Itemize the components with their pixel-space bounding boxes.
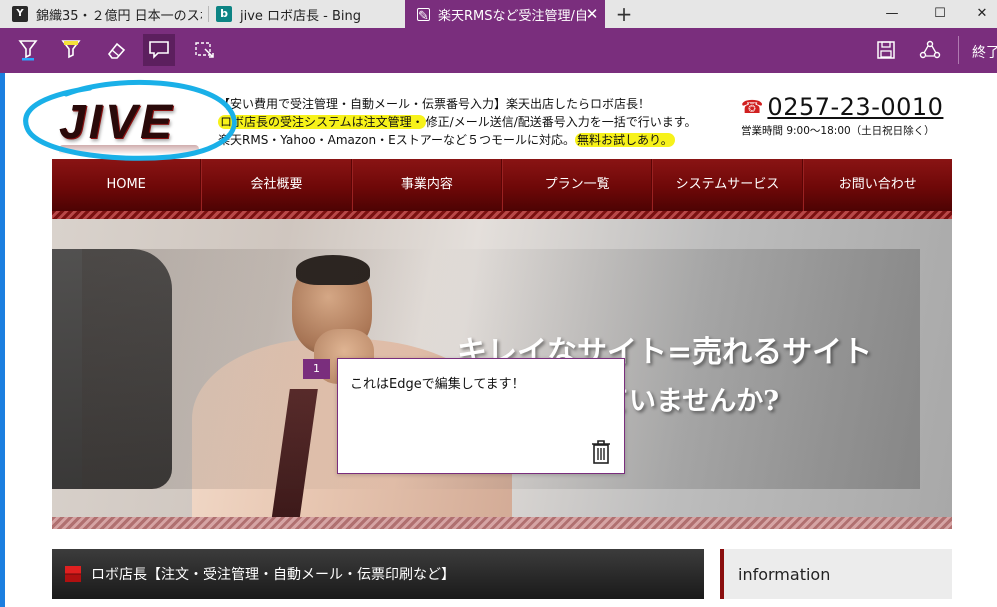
information-heading: information: [720, 549, 952, 599]
share-icon[interactable]: [914, 34, 946, 66]
tab-divider: [208, 6, 209, 22]
tab-sports-news[interactable]: Y 錦織35・２億円 日本一のスポ: [12, 0, 202, 28]
note-marker[interactable]: 1: [303, 359, 330, 379]
maximize-button[interactable]: ☐: [918, 0, 962, 28]
free-trial-highlight: 無料お試しあり。: [575, 133, 675, 147]
highlighted-text: ロボ店長の受注システムは注文管理・: [218, 115, 426, 129]
tab-bing[interactable]: b jive ロボ店長 - Bing: [216, 0, 406, 28]
information-label: information: [738, 564, 831, 584]
minimize-button[interactable]: —: [870, 0, 914, 28]
hero-subtitle: ていませんか?: [602, 386, 780, 417]
close-window-button[interactable]: ✕: [960, 0, 997, 28]
tab-robo-tencho-active[interactable]: ✎ 楽天RMSなど受注管理/自: [405, 0, 605, 28]
note-text[interactable]: これはEdgeで編集してます！: [350, 373, 525, 392]
nav-company[interactable]: 会社概要: [201, 159, 352, 211]
section-bullet-icon: [65, 566, 81, 582]
save-icon[interactable]: [870, 34, 902, 66]
note-box[interactable]: これはEdgeで編集してます！: [337, 358, 625, 474]
intro-line-2-rest: 修正/メール送信/配送番号入力を一括で行います。: [425, 115, 697, 129]
phone-number[interactable]: 0257-23-0010: [767, 93, 943, 121]
clip-icon[interactable]: [188, 34, 220, 66]
contact-phone: ☎ 0257-23-0010 営業時間 9:00～18:00（土日祝日除く）: [741, 93, 961, 138]
exit-button[interactable]: 終了: [972, 42, 997, 62]
trash-icon[interactable]: [590, 439, 614, 465]
highlighter-icon[interactable]: [55, 34, 87, 66]
intro-line-3: 楽天RMS・Yahoo・Amazon・Eストアーなど５つモールに対応。 無料お試し…: [218, 131, 728, 149]
section-heading-text: ロボ店長【注文・受注管理・自動メール・伝票印刷など】: [91, 567, 455, 583]
nav-business[interactable]: 事業内容: [351, 159, 502, 211]
new-tab-button[interactable]: +: [612, 2, 636, 26]
eraser-icon[interactable]: [100, 34, 132, 66]
site-favicon-icon: Y: [12, 6, 28, 22]
hero-stripe: [52, 517, 952, 529]
intro-line-1: 【安い費用で受注管理・自動メール・伝票番号入力】楽天出店したらロボ店長！: [218, 97, 651, 111]
toolbar-divider: [958, 36, 959, 64]
web-note-icon: ✎: [417, 7, 430, 24]
comment-icon[interactable]: [143, 34, 175, 66]
section-heading: ロボ店長【注文・受注管理・自動メール・伝票印刷など】: [52, 549, 704, 599]
bing-icon: b: [216, 6, 232, 22]
intro-line-2: ロボ店長の受注システムは注文管理・ 修正/メール送信/配送番号入力を一括で行います…: [218, 113, 728, 131]
nav-plans[interactable]: プラン一覧: [501, 159, 653, 211]
main-nav: HOME 会社概要 事業内容 プラン一覧 システムサービス お問い合わせ: [52, 159, 952, 211]
logo-text: JIVE: [59, 96, 176, 149]
business-hours: 営業時間 9:00～18:00（土日祝日除く）: [741, 125, 935, 137]
intro-line-3-text: 楽天RMS・Yahoo・Amazon・Eストアーなど５つモールに対応。: [218, 133, 575, 147]
nav-contact[interactable]: お問い合わせ: [802, 159, 952, 211]
logo-reflection: [59, 145, 199, 155]
web-page: JIVE 【安い費用で受注管理・自動メール・伝票番号入力】楽天出店したらロボ店長…: [5, 73, 997, 607]
nav-system-service[interactable]: システムサービス: [652, 159, 803, 211]
pen-icon[interactable]: [12, 34, 44, 66]
site-logo[interactable]: JIVE: [29, 85, 219, 165]
nav-home[interactable]: HOME: [52, 159, 202, 211]
tab-title: 楽天RMSなど受注管理/自: [438, 8, 588, 24]
tab-close-icon[interactable]: ✕: [582, 4, 602, 24]
intro-text: 【安い費用で受注管理・自動メール・伝票番号入力】楽天出店したらロボ店長！ ロボ店…: [218, 95, 728, 149]
phone-icon: ☎: [741, 96, 764, 118]
tab-strip: Y 錦織35・２億円 日本一のスポ b jive ロボ店長 - Bing ✎ 楽…: [0, 0, 997, 28]
web-note-toolbar: 終了: [0, 28, 997, 73]
tab-title: 錦織35・２億円 日本一のスポ: [36, 8, 202, 24]
tab-title: jive ロボ店長 - Bing: [240, 8, 362, 24]
nav-stripe: [52, 211, 952, 219]
